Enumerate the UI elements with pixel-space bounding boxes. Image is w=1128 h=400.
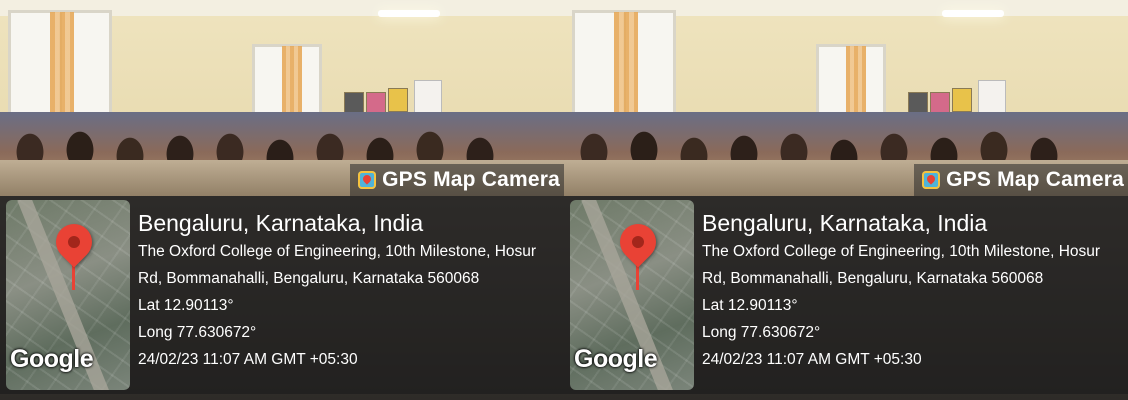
gps-map-camera-icon [922, 171, 941, 189]
location-details: Bengaluru, Karnataka, India The Oxford C… [138, 208, 558, 373]
curtain [50, 12, 74, 124]
map-thumbnail: Google [6, 200, 130, 390]
latitude: Lat 12.90113° [138, 297, 234, 314]
google-logo: Google [10, 345, 94, 373]
longitude: Long 77.630672° [702, 324, 821, 341]
gps-camera-brand: GPS Map Camera [914, 164, 1128, 196]
wall-poster [388, 88, 408, 112]
timestamp: 24/02/23 11:07 AM GMT +05:30 [138, 351, 358, 368]
brand-label: GPS Map Camera [946, 168, 1124, 191]
gps-camera-brand: GPS Map Camera [350, 164, 564, 196]
location-details: Bengaluru, Karnataka, India The Oxford C… [702, 208, 1122, 373]
location-title: Bengaluru, Karnataka, India [138, 210, 424, 236]
geotagged-photo-left: GPS Map Camera Google Bengaluru, Karnata… [0, 0, 564, 400]
brand-label: GPS Map Camera [382, 168, 560, 191]
curtain [614, 12, 638, 124]
address-line-1: The Oxford College of Engineering, 10th … [702, 243, 1101, 260]
longitude: Long 77.630672° [138, 324, 257, 341]
google-logo: Google [574, 345, 658, 373]
ceiling-light [378, 10, 440, 17]
location-title: Bengaluru, Karnataka, India [702, 210, 988, 236]
gps-map-camera-icon [358, 171, 377, 189]
ceiling-light [942, 10, 1004, 17]
map-thumbnail: Google [570, 200, 694, 390]
latitude: Lat 12.90113° [702, 297, 798, 314]
photo-collage: GPS Map Camera Google Bengaluru, Karnata… [0, 0, 1128, 400]
address-line-2: Rd, Bommanahalli, Bengaluru, Karnataka 5… [138, 270, 480, 287]
timestamp: 24/02/23 11:07 AM GMT +05:30 [702, 351, 922, 368]
address-line-1: The Oxford College of Engineering, 10th … [138, 243, 537, 260]
wall-poster [952, 88, 972, 112]
geotagged-photo-right: GPS Map Camera Google Bengaluru, Karnata… [564, 0, 1128, 400]
address-line-2: Rd, Bommanahalli, Bengaluru, Karnataka 5… [702, 270, 1044, 287]
